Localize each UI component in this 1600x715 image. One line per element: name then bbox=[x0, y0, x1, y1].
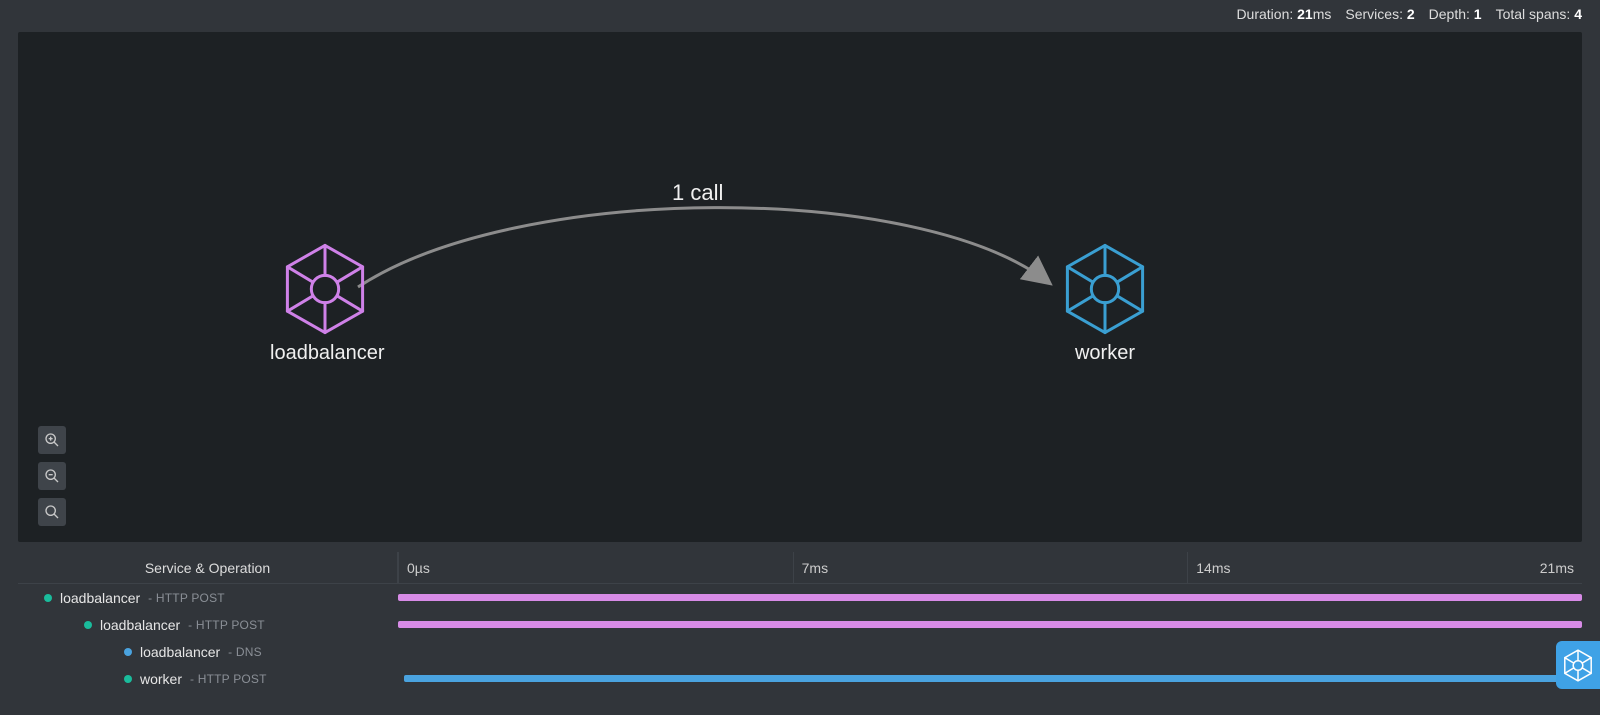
span-operation-name: - HTTP POST bbox=[188, 618, 265, 632]
timeline-tick: 7ms bbox=[793, 552, 828, 583]
stat-depth-value: 1 bbox=[1474, 6, 1482, 22]
stat-spans-label: Total spans: bbox=[1496, 6, 1571, 22]
span-bar[interactable] bbox=[404, 675, 1582, 682]
stat-services-value: 2 bbox=[1407, 6, 1415, 22]
stat-duration-label: Duration: bbox=[1236, 6, 1293, 22]
stat-spans-value: 4 bbox=[1574, 6, 1582, 22]
span-label: loadbalancer - HTTP POST bbox=[18, 617, 398, 633]
dependency-graph-panel[interactable]: loadbalancer worker 1 call bbox=[18, 32, 1582, 542]
span-row[interactable]: loadbalancer - DNS bbox=[18, 638, 1582, 665]
timeline-tick: 14ms bbox=[1187, 552, 1230, 583]
timeline-tick: 0µs bbox=[398, 552, 430, 583]
span-label: loadbalancer - HTTP POST bbox=[18, 590, 398, 606]
span-service-name: worker bbox=[140, 671, 182, 687]
service-color-dot bbox=[84, 621, 92, 629]
timeline-pane: Service & Operation 0µs 7ms 14ms 21ms lo… bbox=[18, 552, 1582, 692]
span-service-name: loadbalancer bbox=[100, 617, 180, 633]
span-bar-area bbox=[398, 584, 1582, 611]
stat-services-label: Services: bbox=[1345, 6, 1403, 22]
trace-stats-bar: Duration: 21ms Services: 2 Depth: 1 Tota… bbox=[18, 4, 1582, 24]
span-operation-name: - HTTP POST bbox=[190, 672, 267, 686]
graph-edge-svg bbox=[18, 32, 1538, 542]
hex-icon bbox=[1062, 242, 1148, 336]
zoom-out-button[interactable] bbox=[38, 462, 66, 490]
zoom-out-icon bbox=[44, 468, 60, 484]
hex-icon bbox=[1563, 649, 1593, 682]
span-row[interactable]: loadbalancer - HTTP POST bbox=[18, 584, 1582, 611]
stat-depth-label: Depth: bbox=[1429, 6, 1470, 22]
span-operation-name: - HTTP POST bbox=[148, 591, 225, 605]
zoom-in-button[interactable] bbox=[38, 426, 66, 454]
stat-depth: Depth: 1 bbox=[1429, 6, 1482, 22]
span-row[interactable]: loadbalancer - HTTP POST bbox=[18, 611, 1582, 638]
span-bar[interactable] bbox=[398, 594, 1582, 601]
stat-duration: Duration: 21ms bbox=[1236, 6, 1331, 22]
service-color-dot bbox=[44, 594, 52, 602]
timeline-header: Service & Operation 0µs 7ms 14ms 21ms bbox=[18, 552, 1582, 584]
hex-icon bbox=[282, 242, 368, 336]
edge-arrow bbox=[358, 208, 1048, 287]
stat-spans: Total spans: 4 bbox=[1496, 6, 1582, 22]
span-bar-area bbox=[398, 638, 1582, 665]
zoom-reset-button[interactable] bbox=[38, 498, 66, 526]
span-operation-name: - DNS bbox=[228, 645, 262, 659]
timeline-header-label: Service & Operation bbox=[18, 552, 398, 583]
timeline-header-ticks: 0µs 7ms 14ms 21ms bbox=[398, 552, 1582, 583]
span-bar[interactable] bbox=[398, 621, 1582, 628]
node-loadbalancer[interactable]: loadbalancer bbox=[270, 242, 380, 365]
span-bar-area bbox=[398, 665, 1582, 692]
timeline-rows: loadbalancer - HTTP POSTloadbalancer - H… bbox=[18, 584, 1582, 692]
span-service-name: loadbalancer bbox=[140, 644, 220, 660]
service-color-dot bbox=[124, 648, 132, 656]
stat-duration-value: 21 bbox=[1297, 6, 1313, 22]
span-bar-area bbox=[398, 611, 1582, 638]
edge-label: 1 call bbox=[672, 180, 723, 206]
node-label: loadbalancer bbox=[270, 342, 380, 365]
stat-services: Services: 2 bbox=[1345, 6, 1414, 22]
timeline-tick: 21ms bbox=[1540, 552, 1574, 583]
span-label: loadbalancer - DNS bbox=[18, 644, 398, 660]
service-color-dot bbox=[124, 675, 132, 683]
span-label: worker - HTTP POST bbox=[18, 671, 398, 687]
zoom-reset-icon bbox=[44, 504, 60, 520]
span-service-name: loadbalancer bbox=[60, 590, 140, 606]
node-label: worker bbox=[1050, 342, 1160, 365]
floating-help-badge[interactable] bbox=[1556, 641, 1600, 689]
span-row[interactable]: worker - HTTP POST bbox=[18, 665, 1582, 692]
zoom-in-icon bbox=[44, 432, 60, 448]
zoom-controls bbox=[38, 426, 66, 526]
stat-duration-unit: ms bbox=[1313, 6, 1332, 22]
node-worker[interactable]: worker bbox=[1050, 242, 1160, 365]
